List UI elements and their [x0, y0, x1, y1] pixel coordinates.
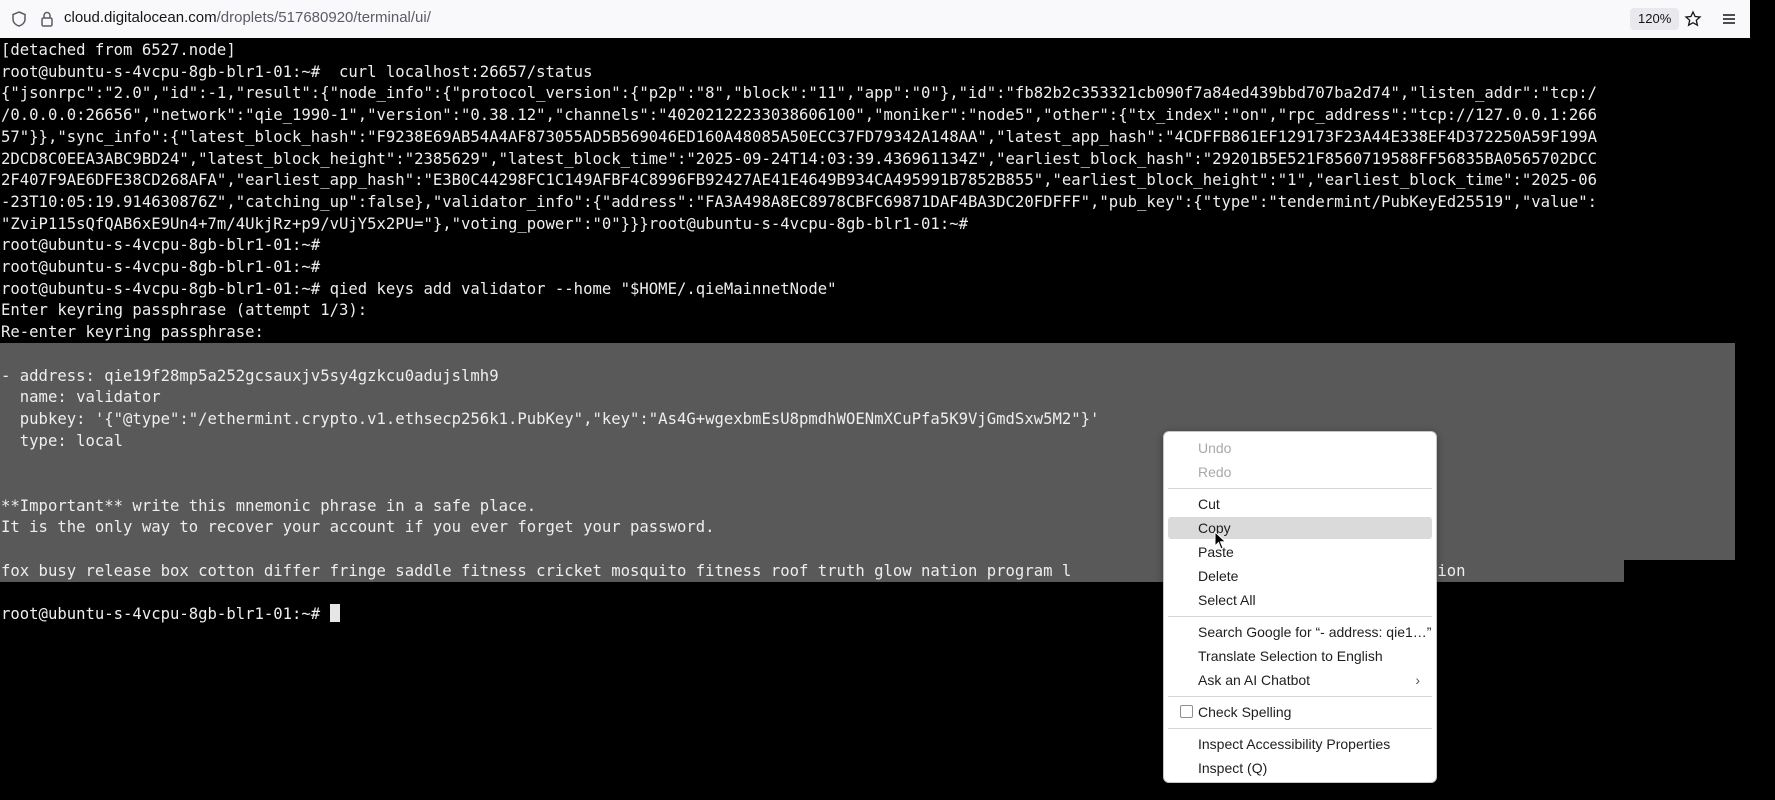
url-path: /droplets/517680920/terminal/ui/ — [216, 9, 431, 26]
terminal-line: root@ubuntu-s-4vcpu-8gb-blr1-01:~# — [1, 236, 321, 255]
menu-item-paste[interactable]: Paste — [1168, 541, 1432, 563]
menu-item-undo[interactable]: Undo — [1168, 437, 1432, 459]
terminal-line: [detached from 6527.node] — [1, 41, 236, 59]
menu-item-translate[interactable]: Translate Selection to English — [1168, 645, 1432, 667]
terminal-line: root@ubuntu-s-4vcpu-8gb-blr1-01:~# qied … — [1, 279, 837, 298]
terminal-line: {"jsonrpc":"2.0","id":-1,"result":{"node… — [1, 84, 1597, 103]
menu-item-check-spelling-label: Check Spelling — [1198, 704, 1292, 720]
menu-separator — [1168, 728, 1432, 729]
terminal-line: - address: qie19f28mp5a252gcsauxjv5sy4gz… — [1, 366, 499, 385]
terminal-line: **Important** write this mnemonic phrase… — [1, 496, 537, 515]
menu-item-inspect-accessibility[interactable]: Inspect Accessibility Properties — [1168, 733, 1432, 755]
shield-icon[interactable] — [10, 10, 28, 28]
menu-item-redo[interactable]: Redo — [1168, 461, 1432, 483]
terminal-line: Re-enter keyring passphrase: — [1, 323, 264, 342]
terminal-line: pubkey: '{"@type":"/ethermint.crypto.v1.… — [1, 409, 1100, 428]
terminal-line: fox busy release box cotton differ fring… — [1, 561, 1466, 580]
menu-item-copy[interactable]: Copy — [1168, 517, 1432, 539]
menu-item-cut[interactable]: Cut — [1168, 493, 1432, 515]
menu-item-check-spelling[interactable]: Check Spelling — [1168, 701, 1432, 723]
terminal-cursor — [329, 604, 340, 623]
menu-separator — [1168, 696, 1432, 697]
url-host: cloud.digitalocean.com — [64, 9, 217, 26]
terminal-line: 2F407F9AE6DFE38CD268AFA","earliest_app_h… — [1, 171, 1597, 190]
context-menu: Undo Redo Cut Copy Paste Delete Select A… — [1163, 431, 1437, 783]
terminal[interactable]: [detached from 6527.node] root@ubuntu-s-4… — [0, 38, 1750, 800]
menu-item-delete[interactable]: Delete — [1168, 565, 1432, 587]
menu-item-select-all[interactable]: Select All — [1168, 589, 1432, 611]
terminal-line: /0.0.0.0:26656","network":"qie_1990-1","… — [1, 106, 1597, 125]
terminal-line: 2DCD8C0EEA3ABC9BD24","latest_block_heigh… — [1, 149, 1597, 168]
right-margin — [1750, 0, 1775, 800]
menu-separator — [1168, 488, 1432, 489]
address-bar[interactable]: cloud.digitalocean.com/droplets/51768092… — [64, 9, 431, 26]
terminal-line: "ZviP115sQfQAB6xE9Un4+7m/4UkjRz+p9/vUjY5… — [1, 214, 968, 233]
zoom-level-button[interactable]: 120% — [1630, 8, 1680, 30]
browser-toolbar: cloud.digitalocean.com/droplets/51768092… — [0, 0, 1750, 39]
lock-icon[interactable] — [38, 10, 56, 28]
menu-item-ai-chatbot[interactable]: Ask an AI Chatbot › — [1168, 669, 1432, 691]
hamburger-menu-icon[interactable] — [1720, 10, 1738, 28]
terminal-line: 57"}},"sync_info":{"latest_block_hash":"… — [1, 127, 1597, 146]
menu-item-inspect[interactable]: Inspect (Q) — [1168, 757, 1432, 779]
terminal-line: root@ubuntu-s-4vcpu-8gb-blr1-01:~# — [1, 258, 321, 276]
terminal-line: Enter keyring passphrase (attempt 1/3): — [1, 301, 368, 320]
terminal-line: root@ubuntu-s-4vcpu-8gb-blr1-01:~# — [1, 604, 1751, 626]
star-icon[interactable] — [1684, 10, 1702, 28]
terminal-line: name: validator — [1, 388, 161, 407]
terminal-line: -23T10:05:19.914630876Z","catching_up":f… — [1, 192, 1597, 211]
menu-item-search-google[interactable]: Search Google for “- address: qie1…” — [1168, 621, 1432, 643]
chevron-right-icon: › — [1415, 672, 1420, 688]
check-spelling-checkbox[interactable] — [1180, 705, 1193, 718]
mouse-cursor-icon — [1214, 531, 1227, 550]
terminal-line: It is the only way to recover your accou… — [1, 518, 715, 537]
menu-separator — [1168, 616, 1432, 617]
menu-item-ai-chatbot-label: Ask an AI Chatbot — [1198, 672, 1311, 688]
terminal-line: type: local — [1, 431, 124, 450]
terminal-line: root@ubuntu-s-4vcpu-8gb-blr1-01:~# curl … — [1, 62, 593, 81]
